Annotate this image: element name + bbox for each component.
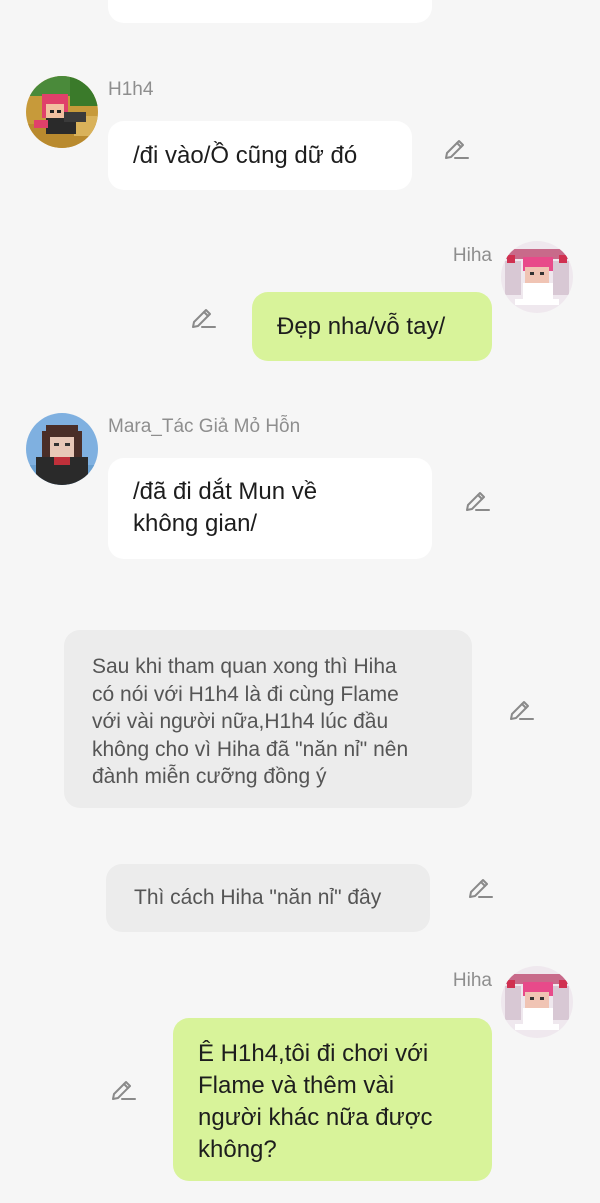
message-text-line: Flame và thêm vài: [198, 1072, 395, 1099]
narration-bubble[interactable]: Sau khi tham quan xong thì Hiha có nói v…: [64, 630, 472, 808]
message-text-line: Ê H1h4,tôi đi chơi với: [198, 1040, 429, 1067]
message-text-line: không gian/: [133, 510, 258, 537]
sender-name: H1h4: [108, 79, 154, 100]
avatar-h1h4-image: [26, 76, 98, 148]
edit-icon[interactable]: [507, 694, 535, 722]
avatar-mara[interactable]: [26, 413, 98, 485]
sender-name: Mara_Tác Giả Mỏ Hỗn: [108, 416, 301, 437]
message-text-line: không?: [198, 1136, 277, 1163]
avatar-hiha[interactable]: [501, 241, 573, 313]
message-bubble[interactable]: /đã đi dắt Mun về không gian/: [108, 458, 432, 559]
message-bubble[interactable]: Đẹp nha/vỗ tay/: [252, 292, 492, 361]
narration-text-line: đành miễn cưỡng đồng ý: [92, 765, 327, 788]
narration-bubble[interactable]: Thì cách Hiha "năn nỉ" đây: [106, 864, 430, 932]
narration-text-line: với vài người nữa,H1h4 lúc đầu: [92, 710, 389, 733]
message-text-line: người khác nữa được: [198, 1104, 433, 1131]
message-text: /đi vào/Ồ cũng dữ đó: [133, 142, 358, 169]
narration-text-line: có nói với H1h4 là đi cùng Flame: [92, 682, 399, 706]
sender-name: Hiha: [452, 245, 492, 266]
edit-icon[interactable]: [442, 133, 470, 161]
edit-icon[interactable]: [189, 302, 217, 330]
message-text-line: /đã đi dắt Mun về: [133, 478, 318, 505]
edit-icon[interactable]: [463, 485, 491, 513]
avatar-hiha[interactable]: [501, 966, 573, 1038]
narration-text-line: không cho vì Hiha đã "năn nỉ" nên: [92, 737, 409, 761]
avatar-h1h4[interactable]: [26, 76, 98, 148]
sender-name: Hiha: [452, 970, 492, 991]
edit-icon[interactable]: [466, 872, 494, 900]
avatar-hiha-image: [501, 966, 573, 1038]
avatar-mara-image: [26, 413, 98, 485]
message-bubble[interactable]: /đi vào/Ồ cũng dữ đó: [108, 121, 412, 190]
edit-icon[interactable]: [109, 1074, 137, 1102]
avatar-hiha-image: [501, 241, 573, 313]
message-text: Đẹp nha/vỗ tay/: [277, 313, 446, 340]
narration-text-line: Sau khi tham quan xong thì Hiha: [92, 655, 397, 678]
narration-text: Thì cách Hiha "năn nỉ" đây: [134, 886, 382, 909]
message-bubble-partial[interactable]: [108, 0, 432, 23]
message-bubble[interactable]: Ê H1h4,tôi đi chơi với Flame và thêm vài…: [173, 1018, 492, 1181]
